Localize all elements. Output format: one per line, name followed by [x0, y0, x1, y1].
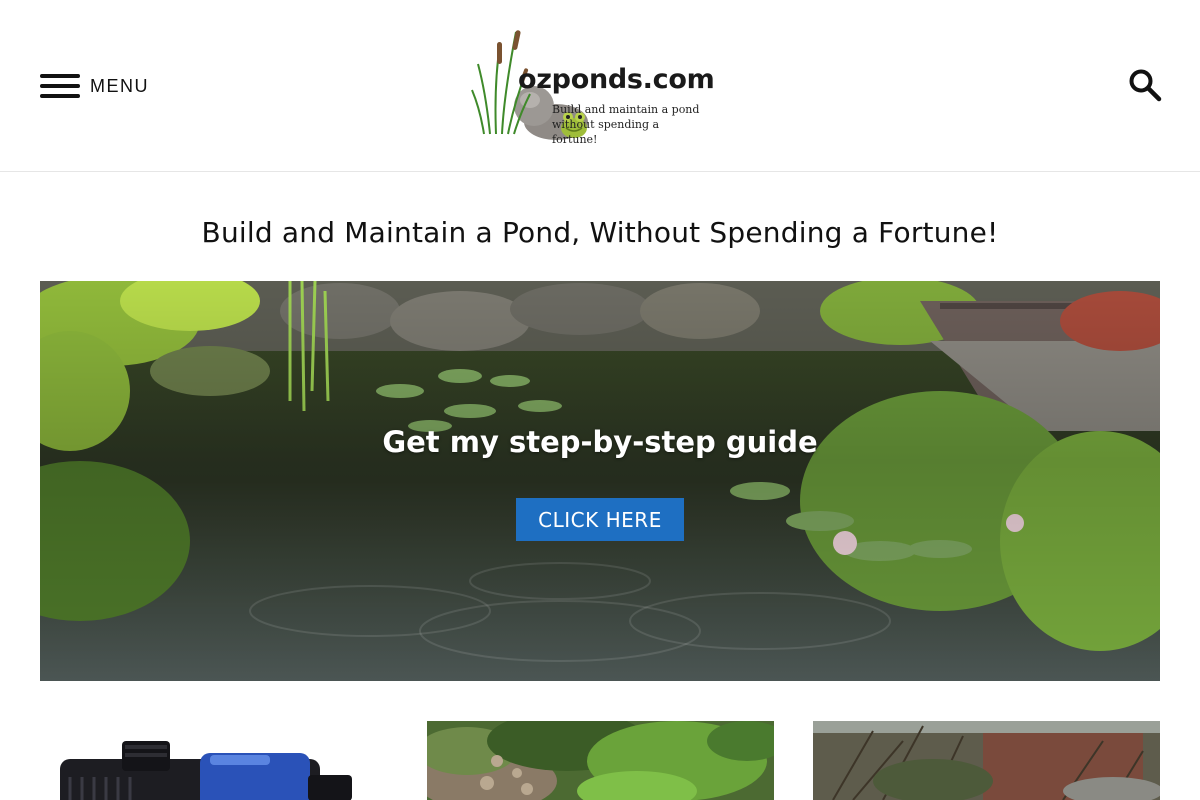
search-button[interactable] [1128, 68, 1162, 102]
garden-pond-image [427, 721, 774, 800]
pond-pump-image [40, 721, 387, 800]
hero-heading: Get my step-by-step guide [382, 425, 818, 459]
logo-tagline-line1: Build and maintain a pond [552, 103, 700, 116]
menu-button[interactable]: MENU [40, 72, 149, 100]
featured-post-card[interactable] [813, 721, 1160, 800]
featured-posts [40, 721, 1160, 800]
hero-banner: Get my step-by-step guide CLICK HERE [40, 281, 1160, 681]
site-logo[interactable]: ozponds.com Build and maintain a pond wi… [470, 24, 715, 147]
overgrown-garden-image [813, 721, 1160, 800]
logo-tagline-line2: without spending a fortune! [552, 118, 660, 146]
featured-post-card[interactable] [427, 721, 774, 800]
site-header: MENU ozponds.com Build and maintain a po… [0, 0, 1200, 172]
click-here-button[interactable]: CLICK HERE [516, 498, 684, 541]
page-title: Build and Maintain a Pond, Without Spend… [201, 216, 999, 249]
menu-label: MENU [90, 75, 149, 96]
pond-hero-image [40, 281, 1160, 681]
hamburger-icon [40, 72, 80, 100]
featured-post-card[interactable] [40, 721, 387, 800]
logo-title: ozponds.com [518, 64, 715, 95]
search-icon [1129, 69, 1162, 102]
logo-tagline: Build and maintain a pond without spendi… [552, 102, 702, 147]
